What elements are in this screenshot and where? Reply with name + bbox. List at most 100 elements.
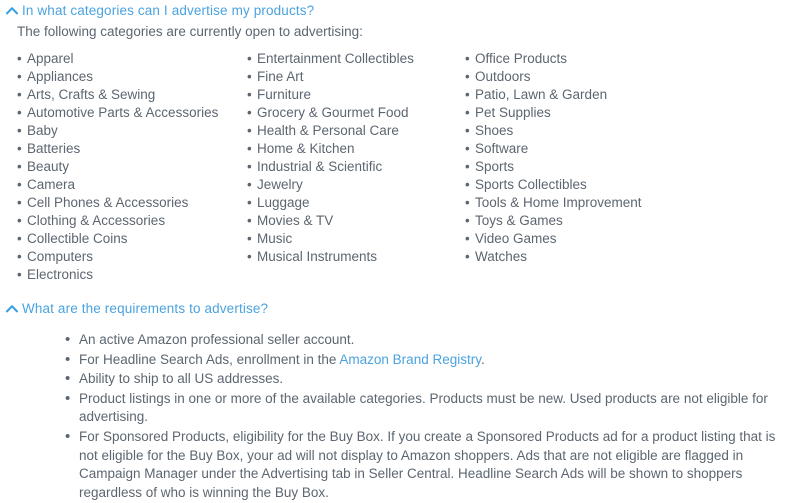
list-item: • Computers — [17, 248, 247, 266]
bullet-icon: • — [247, 195, 252, 210]
bullet-icon: • — [17, 177, 22, 192]
category-label: Shoes — [475, 123, 514, 138]
list-item: • Baby — [17, 122, 247, 140]
bullet-icon: • — [247, 159, 252, 174]
category-column-1: • Apparel • Appliances • Arts, Crafts & Sew… — [17, 50, 247, 284]
category-label: Arts, Crafts & Sewing — [27, 87, 156, 102]
bullet-icon: • — [17, 231, 22, 246]
requirement-text-after: . — [480, 351, 485, 367]
list-item: • Beauty — [17, 158, 247, 176]
bullet-icon: • — [17, 213, 22, 228]
bullet-icon: • — [247, 105, 252, 120]
category-column-2: • Entertainment Collectibles • Fine Art • F… — [247, 50, 465, 266]
requirement-text: Ability to ship to all US addresses. — [79, 371, 284, 387]
bullet-icon: • — [65, 331, 71, 348]
category-label: Baby — [27, 123, 58, 138]
bullet-icon: • — [17, 195, 22, 210]
bullet-icon: • — [465, 231, 470, 246]
accordion-header-categories[interactable]: In what categories can I advertise my pr… — [5, 2, 795, 19]
category-label: Tools & Home Improvement — [475, 195, 642, 210]
list-item: • For Sponsored Products, eligibility fo… — [65, 428, 785, 502]
list-item: • Luggage — [247, 194, 465, 212]
list-item: • Shoes — [465, 122, 715, 140]
categories-intro-text: The following categories are currently o… — [17, 24, 363, 39]
category-label: Beauty — [27, 159, 70, 174]
category-label: Camera — [27, 177, 76, 192]
list-item: • Patio, Lawn & Garden — [465, 86, 715, 104]
list-item: • An active Amazon professional seller a… — [65, 331, 785, 350]
chevron-up-icon — [5, 3, 19, 19]
list-item: • Sports — [465, 158, 715, 176]
category-label: Video Games — [475, 231, 557, 246]
category-label: Movies & TV — [257, 213, 334, 228]
bullet-icon: • — [465, 141, 470, 156]
accordion-title-requirements: What are the requirements to advertise? — [22, 301, 269, 316]
list-item: • Watches — [465, 248, 715, 266]
list-item: • Video Games — [465, 230, 715, 248]
list-item: • Furniture — [247, 86, 465, 104]
category-label: Sports Collectibles — [475, 177, 587, 192]
category-label: Pet Supplies — [475, 105, 551, 120]
category-label: Fine Art — [257, 69, 304, 84]
list-item: • For Headline Search Ads, enrollment in… — [65, 351, 785, 370]
list-item: • Entertainment Collectibles — [247, 50, 465, 68]
bullet-icon: • — [247, 123, 252, 138]
bullet-icon: • — [65, 389, 71, 407]
requirements-list: • An active Amazon professional seller a… — [5, 331, 795, 502]
bullet-icon: • — [465, 177, 470, 192]
bullet-icon: • — [17, 123, 22, 138]
category-list-2: • Entertainment Collectibles • Fine Art • F… — [247, 50, 465, 266]
list-item: • Outdoors — [465, 68, 715, 86]
category-label: Collectible Coins — [27, 231, 128, 246]
bullet-icon: • — [65, 427, 71, 445]
bullet-icon: • — [465, 195, 470, 210]
category-label: Home & Kitchen — [257, 141, 355, 156]
category-label: Batteries — [27, 141, 81, 156]
list-item: • Toys & Games — [465, 212, 715, 230]
bullet-icon: • — [17, 87, 22, 102]
bullet-icon: • — [65, 350, 71, 368]
category-label: Automotive Parts & Accessories — [27, 105, 219, 120]
category-label: Jewelry — [257, 177, 303, 192]
faq-section-categories: In what categories can I advertise my pr… — [5, 2, 795, 284]
bullet-icon: • — [17, 141, 22, 156]
list-item: • Apparel — [17, 50, 247, 68]
list-item: • Jewelry — [247, 176, 465, 194]
accordion-header-requirements[interactable]: What are the requirements to advertise? — [5, 300, 795, 317]
category-label: Cell Phones & Accessories — [27, 195, 189, 210]
requirement-text: An active Amazon professional seller acc… — [79, 332, 355, 347]
bullet-icon: • — [465, 69, 470, 84]
bullet-icon: • — [465, 213, 470, 228]
category-label: Watches — [475, 249, 528, 264]
list-item: • Electronics — [17, 266, 247, 284]
bullet-icon: • — [65, 370, 71, 388]
category-label: Electronics — [27, 267, 94, 282]
bullet-icon: • — [247, 51, 252, 66]
bullet-icon: • — [247, 141, 252, 156]
category-label: Music — [257, 231, 293, 246]
list-item: • Appliances — [17, 68, 247, 86]
list-item: • Automotive Parts & Accessories — [17, 104, 247, 122]
category-label: Musical Instruments — [257, 249, 378, 264]
list-item: • Batteries — [17, 140, 247, 158]
category-list-1: • Apparel • Appliances • Arts, Crafts & Sew… — [17, 50, 247, 284]
list-item: • Musical Instruments — [247, 248, 465, 266]
bullet-icon: • — [247, 177, 252, 192]
bullet-icon: • — [465, 159, 470, 174]
category-label: Computers — [27, 249, 94, 264]
category-label: Luggage — [257, 195, 310, 210]
list-item: • Ability to ship to all US addresses. — [65, 370, 785, 389]
bullet-icon: • — [247, 69, 252, 84]
list-item: • Sports Collectibles — [465, 176, 715, 194]
list-item: • Fine Art — [247, 68, 465, 86]
list-item: • Home & Kitchen — [247, 140, 465, 158]
category-label: Clothing & Accessories — [27, 213, 166, 228]
category-label: Grocery & Gourmet Food — [257, 105, 409, 120]
requirement-text-before: For Headline Search Ads, enrollment in t… — [79, 351, 340, 367]
list-item: • Music — [247, 230, 465, 248]
category-label: Sports — [475, 159, 515, 174]
bullet-icon: • — [247, 231, 252, 246]
amazon-brand-registry-link[interactable]: Amazon Brand Registry — [339, 352, 481, 367]
bullet-icon: • — [465, 105, 470, 120]
faq-page: In what categories can I advertise my pr… — [0, 0, 800, 501]
